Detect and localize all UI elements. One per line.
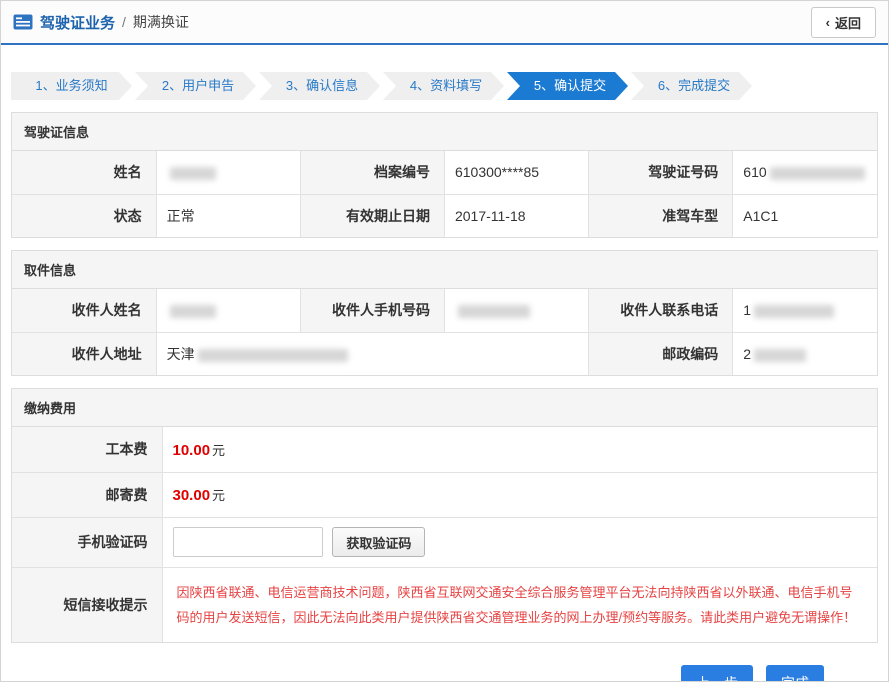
recipient-name-value	[156, 289, 300, 332]
table-row: 收件人地址 天津 邮政编码 2	[12, 332, 877, 375]
table-row: 姓名 档案编号 610300****85 驾驶证号码 610	[12, 151, 877, 194]
vehicle-type-label: 准驾车型	[589, 194, 733, 237]
step-navigation: 1、业务须知 2、用户申告 3、确认信息 4、资料填写 5、确认提交 6、完成提…	[11, 72, 878, 100]
back-button-label: 返回	[835, 13, 861, 32]
chevron-left-icon: ‹	[826, 16, 830, 29]
sms-notice-cell: 因陕西省联通、电信运营商技术问题，陕西省互联网交通安全综合服务管理平台无法向持陕…	[162, 567, 877, 642]
breadcrumb-current: 期满换证	[133, 12, 189, 32]
fees-section: 缴纳费用 工本费 10.00元 邮寄费 30.00元 手机验证码	[11, 388, 878, 643]
footer-actions: 上一步 完成	[11, 655, 878, 682]
pickup-info-table: 收件人姓名 收件人手机号码 收件人联系电话 1 收件人地址 天津 邮政编码	[12, 289, 877, 375]
license-no-label: 驾驶证号码	[589, 151, 733, 194]
sms-notice-text: 因陕西省联通、电信运营商技术问题，陕西省互联网交通安全综合服务管理平台无法向持陕…	[177, 580, 862, 631]
recipient-phone-value: 1	[733, 289, 877, 332]
redacted-value	[198, 349, 348, 362]
recipient-name-label: 收件人姓名	[12, 289, 156, 332]
postcode-label: 邮政编码	[589, 332, 733, 375]
recipient-phone-label: 收件人联系电话	[589, 289, 733, 332]
vehicle-type-value: A1C1	[733, 194, 877, 237]
redacted-value	[754, 349, 806, 362]
sms-code-input[interactable]	[173, 527, 323, 557]
table-row: 邮寄费 30.00元	[12, 472, 877, 517]
recipient-phone-prefix: 1	[743, 302, 751, 318]
license-info-table: 姓名 档案编号 610300****85 驾驶证号码 610 状态 正常 有效期…	[12, 151, 877, 237]
license-info-title: 驾驶证信息	[12, 113, 877, 151]
get-code-button[interactable]: 获取验证码	[332, 527, 425, 557]
step-1-business-notice[interactable]: 1、业务须知	[11, 72, 132, 100]
currency-unit: 元	[212, 443, 225, 458]
license-no-prefix: 610	[743, 164, 766, 180]
step-3-confirm-info[interactable]: 3、确认信息	[259, 72, 380, 100]
currency-unit: 元	[212, 488, 225, 503]
redacted-value	[458, 305, 530, 318]
page: 驾驶证业务 / 期满换证 ‹ 返回 1、业务须知 2、用户申告 3、确认信息 4…	[0, 0, 889, 682]
mailing-fee-amount: 30.00	[173, 487, 211, 504]
status-value: 正常	[156, 194, 300, 237]
sms-code-cell: 获取验证码	[162, 517, 877, 567]
step-4-fill-materials[interactable]: 4、资料填写	[383, 72, 504, 100]
address-prefix: 天津	[167, 346, 195, 362]
production-fee-amount: 10.00	[173, 442, 211, 459]
license-form-icon	[13, 14, 33, 30]
file-no-label: 档案编号	[300, 151, 444, 194]
step-5-confirm-submit[interactable]: 5、确认提交	[507, 72, 628, 100]
file-no-value: 610300****85	[444, 151, 588, 194]
mailing-fee-value: 30.00元	[162, 472, 877, 517]
redacted-value	[754, 305, 834, 318]
expiry-label: 有效期止日期	[300, 194, 444, 237]
recipient-mobile-value	[444, 289, 588, 332]
sms-code-label: 手机验证码	[12, 517, 162, 567]
mailing-fee-label: 邮寄费	[12, 472, 162, 517]
table-row: 工本费 10.00元	[12, 427, 877, 472]
license-no-value: 610	[733, 151, 877, 194]
production-fee-label: 工本费	[12, 427, 162, 472]
pickup-info-title: 取件信息	[12, 251, 877, 289]
finish-button[interactable]: 完成	[766, 665, 824, 682]
redacted-value	[170, 167, 216, 180]
status-label: 状态	[12, 194, 156, 237]
recipient-mobile-label: 收件人手机号码	[300, 289, 444, 332]
breadcrumb-divider: /	[122, 14, 126, 30]
table-row: 收件人姓名 收件人手机号码 收件人联系电话 1	[12, 289, 877, 332]
name-label: 姓名	[12, 151, 156, 194]
step-6-complete-submit[interactable]: 6、完成提交	[631, 72, 752, 100]
pickup-info-section: 取件信息 收件人姓名 收件人手机号码 收件人联系电话 1 收件人地址 天津	[11, 250, 878, 376]
expiry-value: 2017-11-18	[444, 194, 588, 237]
license-info-section: 驾驶证信息 姓名 档案编号 610300****85 驾驶证号码 610 状态 …	[11, 112, 878, 238]
address-value: 天津	[156, 332, 588, 375]
production-fee-value: 10.00元	[162, 427, 877, 472]
back-button[interactable]: ‹ 返回	[811, 7, 876, 38]
previous-step-button[interactable]: 上一步	[681, 665, 753, 682]
redacted-value	[170, 305, 216, 318]
fees-title: 缴纳费用	[12, 389, 877, 427]
page-title: 驾驶证业务	[40, 12, 115, 33]
table-row: 短信接收提示 因陕西省联通、电信运营商技术问题，陕西省互联网交通安全综合服务管理…	[12, 567, 877, 642]
address-label: 收件人地址	[12, 332, 156, 375]
table-row: 手机验证码 获取验证码	[12, 517, 877, 567]
name-value	[156, 151, 300, 194]
breadcrumb: 驾驶证业务 / 期满换证	[13, 12, 189, 33]
table-row: 状态 正常 有效期止日期 2017-11-18 准驾车型 A1C1	[12, 194, 877, 237]
main-content: 驾驶证信息 姓名 档案编号 610300****85 驾驶证号码 610 状态 …	[1, 100, 888, 682]
fees-table: 工本费 10.00元 邮寄费 30.00元 手机验证码 获取验证码	[12, 427, 877, 642]
topbar: 驾驶证业务 / 期满换证 ‹ 返回	[1, 1, 888, 45]
redacted-value	[770, 167, 865, 180]
postcode-prefix: 2	[743, 346, 751, 362]
sms-notice-label: 短信接收提示	[12, 567, 162, 642]
step-2-user-declaration[interactable]: 2、用户申告	[135, 72, 256, 100]
postcode-value: 2	[733, 332, 877, 375]
